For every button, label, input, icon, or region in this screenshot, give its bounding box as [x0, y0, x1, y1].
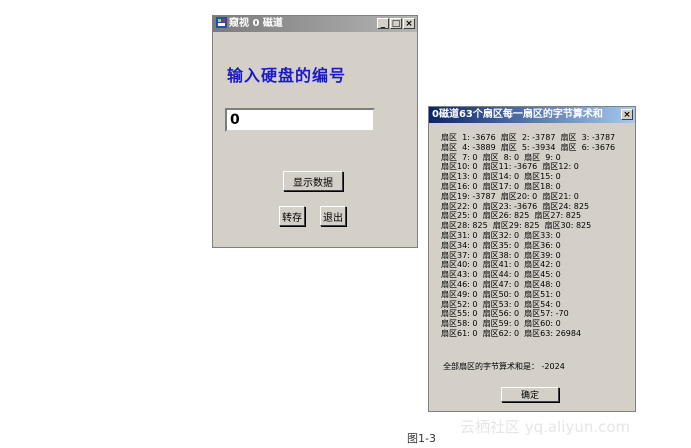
- disk-number-heading: 输入硬盘的编号: [227, 66, 347, 85]
- sector-line: 扇区52: 0 扇区53: 0 扇区54: 0: [441, 299, 561, 309]
- minimize-button[interactable]: _: [377, 18, 389, 29]
- sector-sum-list: 扇区 1: -3676 扇区 2: -3787 扇区 3: -3787 扇区 4:…: [441, 133, 615, 339]
- exit-button[interactable]: 退出: [320, 206, 346, 226]
- watermark: 云栖社区 yq.aliyun.com: [460, 418, 631, 436]
- sector-line: 扇区 7: 0 扇区 8: 0 扇区 9: 0: [441, 152, 561, 162]
- main-window-title: 窥视 0 磁道: [229, 18, 283, 29]
- sector-line: 扇区13: 0 扇区14: 0 扇区15: 0: [441, 172, 561, 182]
- show-data-button[interactable]: 显示数据: [283, 171, 343, 191]
- ok-button[interactable]: 确定: [501, 387, 559, 402]
- sector-line: 扇区34: 0 扇区35: 0 扇区36: 0: [441, 240, 561, 250]
- maximize-button[interactable]: □: [390, 18, 402, 29]
- sector-line: 扇区40: 0 扇区41: 0 扇区42: 0: [441, 260, 561, 270]
- sector-line: 扇区61: 0 扇区62: 0 扇区63: 26984: [441, 328, 582, 338]
- figure-caption: 图1-3: [407, 432, 436, 445]
- sector-line: 扇区55: 0 扇区56: 0 扇区57: -70: [441, 309, 569, 319]
- sector-line: 扇区46: 0 扇区47: 0 扇区48: 0: [441, 279, 561, 289]
- sector-line: 扇区19: -3787 扇区20: 0 扇区21: 0: [441, 191, 579, 201]
- sector-line: 扇区58: 0 扇区59: 0 扇区60: 0: [441, 319, 561, 329]
- sector-line: 扇区28: 825 扇区29: 825 扇区30: 825: [441, 221, 592, 231]
- sector-line: 扇区10: 0 扇区11: -3676 扇区12: 0: [441, 162, 579, 172]
- sector-line: 扇区31: 0 扇区32: 0 扇区33: 0: [441, 230, 561, 240]
- sector-line: 扇区22: 0 扇区23: -3676 扇区24: 825: [441, 201, 590, 211]
- sector-line: 扇区25: 0 扇区26: 825 扇区27: 825: [441, 211, 582, 221]
- sector-line: 扇区37: 0 扇区38: 0 扇区39: 0: [441, 250, 561, 260]
- close-button[interactable]: ×: [621, 109, 633, 120]
- result-window-titlebar[interactable]: 0磁道63个扇区每一扇区的字节算术和 ×: [429, 107, 635, 123]
- sector-line: 扇区49: 0 扇区50: 0 扇区51: 0: [441, 289, 561, 299]
- save-button[interactable]: 转存: [279, 206, 305, 226]
- main-window: 窥视 0 磁道 _ □ × 输入硬盘的编号 显示数据 转存 退出: [212, 15, 418, 248]
- main-window-titlebar[interactable]: 窥视 0 磁道 _ □ ×: [213, 16, 417, 32]
- sector-line: 扇区16: 0 扇区17: 0 扇区18: 0: [441, 181, 561, 191]
- sector-line: 扇区43: 0 扇区44: 0 扇区45: 0: [441, 270, 561, 280]
- disk-app-icon: [216, 17, 227, 28]
- result-window-title: 0磁道63个扇区每一扇区的字节算术和: [432, 109, 603, 120]
- sector-line: 扇区 1: -3676 扇区 2: -3787 扇区 3: -3787: [441, 133, 616, 142]
- total-sum-text: 全部扇区的字节算术和是： -2024: [443, 362, 565, 371]
- sector-line: 扇区 4: -3889 扇区 5: -3934 扇区 6: -3676: [441, 142, 616, 152]
- result-window: 0磁道63个扇区每一扇区的字节算术和 × 扇区 1: -3676 扇区 2: -…: [428, 106, 636, 412]
- close-button[interactable]: ×: [403, 18, 415, 29]
- disk-number-input[interactable]: [225, 108, 375, 132]
